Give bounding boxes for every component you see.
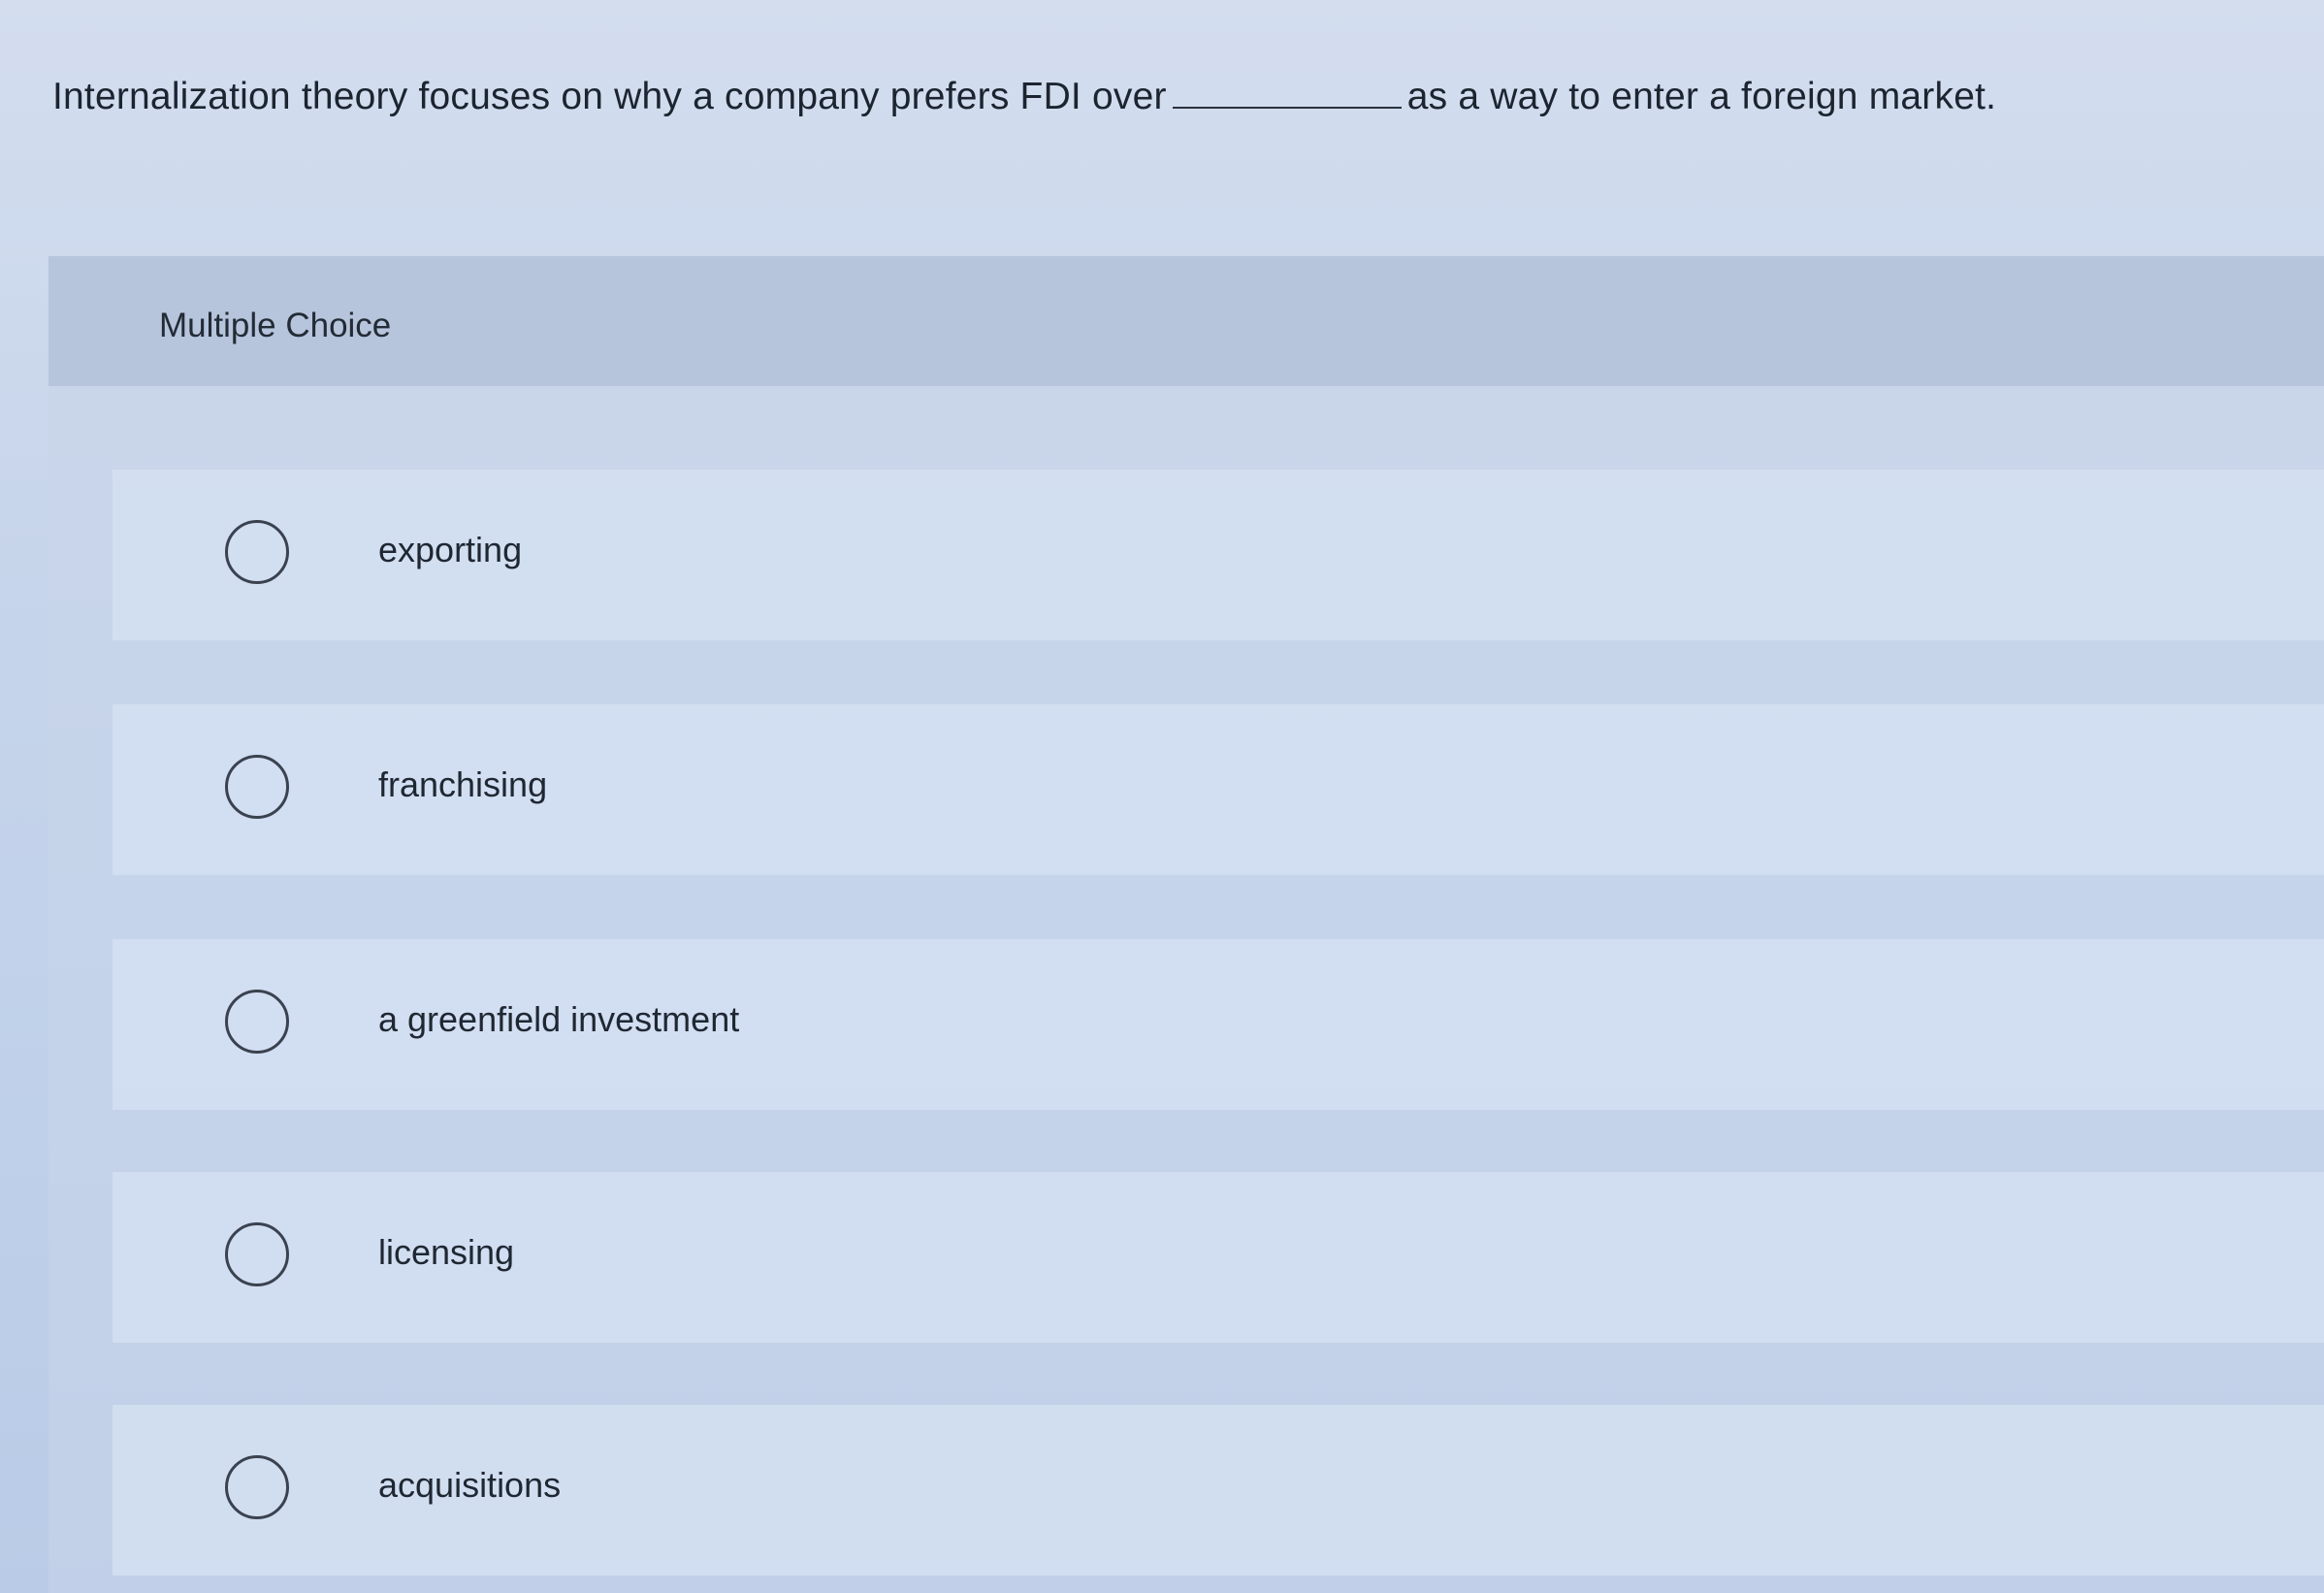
question-text-before: Internalization theory focuses on why a … [52,76,1167,117]
choice-option-greenfield-investment[interactable]: a greenfield investment [113,939,2324,1110]
radio-button-icon[interactable] [225,1222,289,1286]
choice-label: licensing [378,1232,515,1272]
choice-option-franchising[interactable]: franchising [113,704,2324,875]
choice-label: acquisitions [378,1465,562,1505]
choice-option-acquisitions[interactable]: acquisitions [113,1405,2324,1576]
radio-button-icon[interactable] [225,990,289,1054]
question-text: Internalization theory focuses on why a … [52,68,2235,126]
choice-label: franchising [378,764,548,804]
radio-button-icon[interactable] [225,1455,289,1519]
question-text-after: as a way to enter a foreign market. [1406,76,1997,117]
multiple-choice-header: Multiple Choice [48,256,2324,386]
choice-label: exporting [378,530,523,569]
radio-button-icon[interactable] [225,755,289,819]
choice-label: a greenfield investment [378,999,740,1039]
multiple-choice-panel: Multiple Choice exporting franchising a … [48,256,2324,1593]
choice-option-exporting[interactable]: exporting [113,470,2324,640]
choice-option-licensing[interactable]: licensing [113,1172,2324,1343]
answer-blank [1172,74,1402,109]
multiple-choice-label: Multiple Choice [159,307,392,344]
radio-button-icon[interactable] [225,520,289,584]
